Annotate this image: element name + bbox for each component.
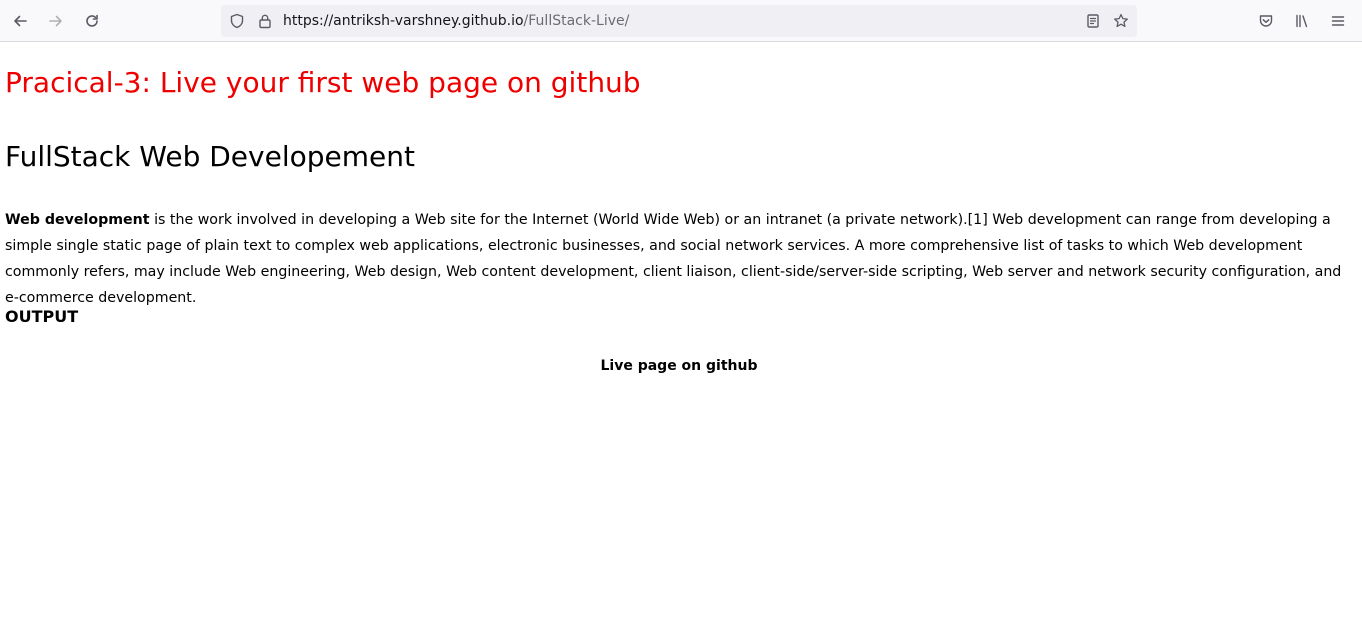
menu-button[interactable]: [1324, 7, 1352, 35]
page-title: Pracical-3: Live your first web page on …: [5, 66, 641, 99]
output-caption: Live page on github: [600, 358, 758, 374]
star-icon[interactable]: [1111, 11, 1131, 31]
intro-paragraph: Web development is the work involved in …: [5, 207, 1355, 311]
url-host: https://antriksh-varshney.github.io: [283, 13, 524, 29]
back-button[interactable]: [6, 7, 34, 35]
browser-toolbar: https://antriksh-varshney.github.io/Full…: [0, 0, 1362, 42]
section-title: FullStack Web Developement: [5, 140, 415, 173]
browser-window: https://antriksh-varshney.github.io/Full…: [0, 0, 1362, 642]
intro-bold-term: Web development: [5, 212, 150, 228]
back-arrow-icon: [12, 13, 28, 29]
reload-button[interactable]: [78, 7, 106, 35]
hamburger-menu-icon: [1330, 13, 1346, 29]
intro-text: is the work involved in developing a Web…: [5, 212, 1342, 306]
library-button[interactable]: [1288, 7, 1316, 35]
url-path: /FullStack-Live/: [523, 13, 630, 29]
output-heading: OUTPUT: [5, 307, 79, 326]
library-icon: [1294, 13, 1310, 29]
lock-icon[interactable]: [255, 11, 275, 31]
pocket-button[interactable]: [1252, 7, 1280, 35]
reader-view-icon[interactable]: [1083, 11, 1103, 31]
page-content: Pracical-3: Live your first web page on …: [0, 42, 1362, 642]
forward-arrow-icon: [48, 13, 64, 29]
reload-icon: [84, 13, 100, 29]
forward-button[interactable]: [42, 7, 70, 35]
url-text[interactable]: https://antriksh-varshney.github.io/Full…: [283, 5, 629, 37]
shield-icon[interactable]: [227, 11, 247, 31]
pocket-icon: [1258, 13, 1274, 29]
url-bar[interactable]: https://antriksh-varshney.github.io/Full…: [221, 5, 1137, 37]
